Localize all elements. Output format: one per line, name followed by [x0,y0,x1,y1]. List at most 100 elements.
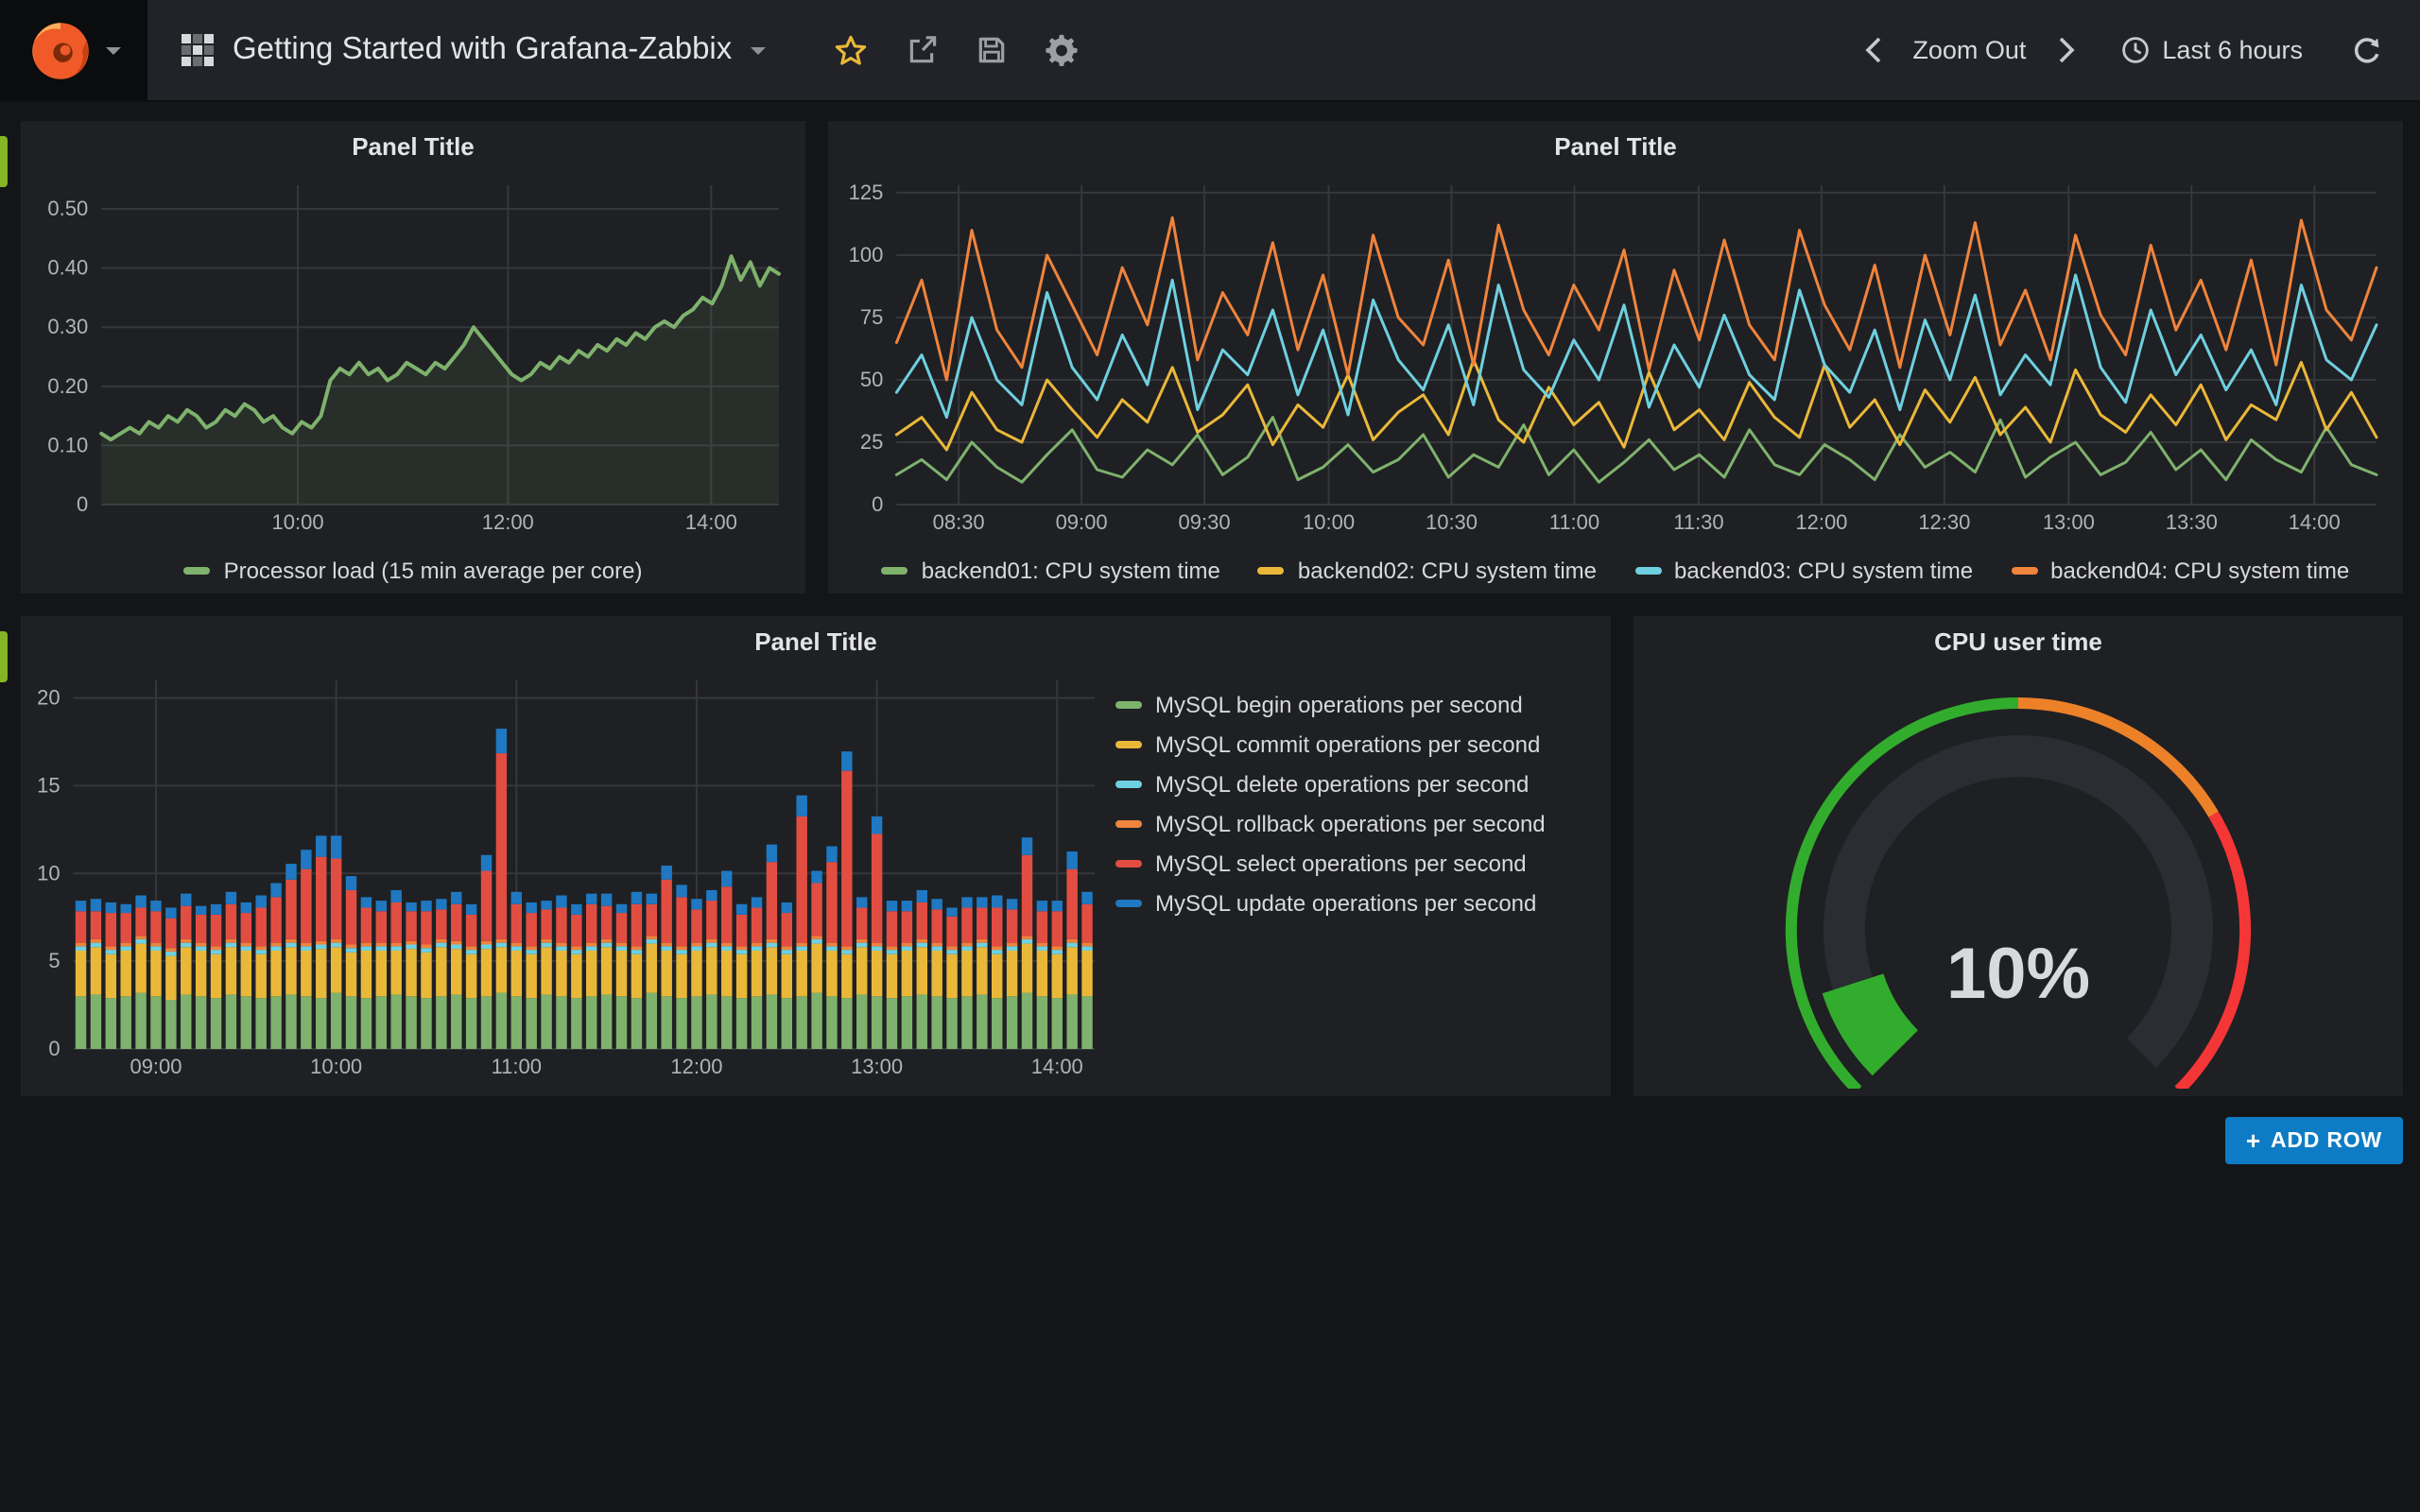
bar-chart-mysql-operations[interactable]: 09:0010:0011:0012:0013:0014:0005101520 [28,669,1110,1081]
bar-segment [361,998,372,1049]
bar-segment [496,939,507,943]
star-button[interactable] [822,26,879,75]
chevron-left-icon [1863,36,1882,64]
bar-segment [931,899,942,909]
bar-segment [992,950,1002,954]
dashboard-title-dropdown[interactable]: Getting Started with Grafana-Zabbix [147,0,800,100]
bar-segment [647,904,657,936]
bar-segment [346,996,356,1049]
time-shift-back-button[interactable] [1852,28,1893,72]
bar-segment [106,913,116,946]
bar-segment [181,939,191,943]
panel-title[interactable]: Panel Title [21,616,1611,667]
legend-item[interactable]: backend03: CPU system time [1634,558,1973,584]
bar-segment [782,950,792,954]
settings-button[interactable] [1034,26,1089,74]
grafana-main-menu[interactable] [0,0,147,100]
legend-item[interactable]: MySQL commit operations per second [1115,731,1592,758]
save-button[interactable] [964,26,1019,74]
bar-segment [782,946,792,950]
legend-item[interactable]: MySQL select operations per second [1115,850,1592,877]
bar-segment [961,908,972,943]
bar-segment [91,911,101,939]
bar-segment [451,994,461,1049]
x-axis-label: 10:00 [310,1055,362,1078]
bar-segment [241,946,251,951]
legend-item[interactable]: MySQL begin operations per second [1115,692,1592,718]
bar-segment [150,996,161,1049]
bar-segment [270,897,281,942]
legend-item[interactable]: Processor load (15 min average per core) [184,558,643,584]
panel-title[interactable]: Panel Title [828,121,2403,172]
bar-segment [571,998,581,1049]
navbar: Getting Started with Grafana-Zabbix [0,0,2420,102]
bar-segment [1037,951,1047,996]
legend-label: MySQL delete operations per second [1155,771,1529,798]
bar-segment [1052,901,1063,911]
legend-label: backend02: CPU system time [1298,558,1597,584]
bar-segment [586,943,596,947]
bar-segment [270,946,281,951]
bar-segment [887,998,897,1049]
legend-item[interactable]: backend01: CPU system time [882,558,1220,584]
bar-segment [931,996,942,1049]
add-row-button[interactable]: + ADD ROW [2225,1117,2403,1164]
panel-title[interactable]: CPU user time [1634,616,2403,667]
bar-segment [301,951,311,996]
x-axis-label: 09:00 [1056,510,1108,534]
bar-segment [826,996,837,1049]
time-range-picker[interactable]: Last 6 hours [2109,28,2314,72]
bar-segment [390,890,401,902]
bar-segment [977,908,987,939]
x-axis-label: 11:00 [1549,510,1599,534]
bar-segment [181,947,191,994]
legend-item[interactable]: backend02: CPU system time [1258,558,1597,584]
bar-segment [211,954,221,998]
bar-segment [1037,901,1047,911]
grafana-dashboard: Getting Started with Grafana-Zabbix [0,0,2420,1512]
refresh-button[interactable] [2341,27,2394,73]
bar-segment [316,835,326,856]
bar-segment [736,904,747,915]
refresh-icon [2352,35,2382,65]
bar-segment [511,996,522,1049]
bar-segment [285,943,296,948]
bar-segment [511,892,522,904]
bar-segment [752,946,762,951]
y-axis-label: 0.40 [47,256,88,280]
row-toggle-strip[interactable] [0,136,8,187]
bar-segment [285,994,296,1049]
panel-title[interactable]: Panel Title [21,121,805,172]
bar-segment [376,943,387,947]
bar-segment [466,954,476,998]
bar-segment [977,943,987,948]
bar-segment [346,945,356,949]
bar-segment [1081,943,1092,947]
bar-segment [511,951,522,996]
line-chart-processor-load[interactable]: 10:0012:0014:0000.100.200.300.400.50 [32,174,794,537]
legend-swatch-icon [2011,567,2037,575]
bar-segment [255,950,266,954]
bar-segment [796,996,806,1049]
legend-item[interactable]: backend04: CPU system time [2011,558,2349,584]
legend-item[interactable]: MySQL delete operations per second [1115,771,1592,798]
bar-segment [721,871,732,887]
bar-segment [1066,939,1077,943]
bar-segment [150,943,161,947]
legend-item[interactable]: MySQL rollback operations per second [1115,811,1592,837]
row-toggle-strip[interactable] [0,631,8,682]
bar-segment [196,915,206,943]
panel-processor-load: Panel Title 10:0012:0014:0000.100.200.30… [21,121,805,593]
share-button[interactable] [894,26,949,74]
legend-item[interactable]: MySQL update operations per second [1115,890,1592,917]
bar-segment [706,901,717,939]
zoom-out-button[interactable]: Zoom Out [1901,28,2037,72]
bar-segment [106,946,116,950]
bar-segment [541,901,551,909]
bar-segment [856,897,867,907]
series-fill [101,256,779,505]
bar-segment [676,998,686,1049]
bar-segment [1022,936,1032,939]
line-chart-cpu-system-time[interactable]: 08:3009:0009:3010:0010:3011:0011:3012:00… [839,174,2392,537]
time-shift-forward-button[interactable] [2045,28,2086,72]
